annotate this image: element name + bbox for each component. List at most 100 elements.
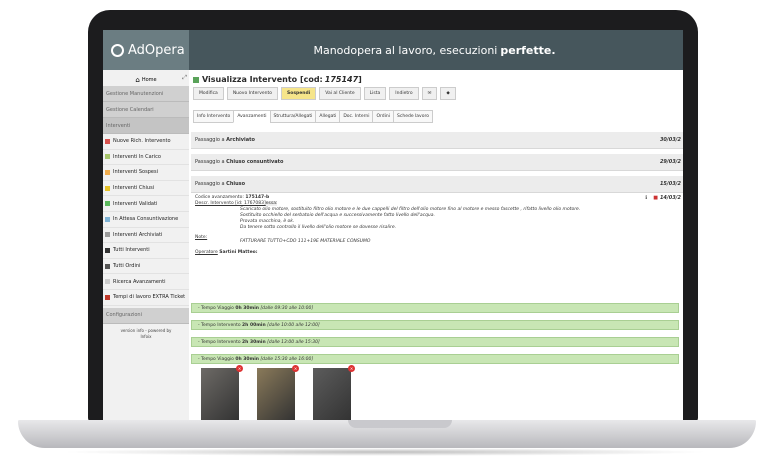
sidebar-item-label: Interventi Archiviati [113, 231, 163, 238]
status-color-icon [105, 154, 110, 160]
time-range: [dalle 10:00 alle 12:00] [267, 322, 320, 328]
sidebar-item-label: In Attesa Consuntivazione [113, 216, 179, 223]
group-calendari[interactable]: Gestione Calendari [103, 102, 189, 118]
sidebar-item-label: Interventi Chiusi [113, 185, 155, 192]
time-entry: - Tempo Viaggio 0h 30min [dalle 15:30 al… [191, 354, 679, 364]
operator-line: Operatore Sartini Matteo: [195, 250, 681, 256]
status-color-icon [105, 263, 110, 269]
status-color-icon [105, 294, 110, 300]
sidebar-item-3[interactable]: Interventi Chiusi [103, 181, 189, 197]
tab-4[interactable]: Doc. Interni [339, 110, 373, 123]
home-label: Home [141, 77, 157, 83]
toolbar-button-0[interactable]: Modifica [193, 87, 224, 100]
status-square-icon [193, 76, 199, 83]
expand-icon[interactable]: ⤢ [182, 74, 187, 82]
passage-row[interactable]: Passaggio a Archiviato 30/03/2 [191, 132, 683, 149]
passage-date: 29/03/2 [659, 159, 681, 165]
sidebar-item-2[interactable]: Interventi Sospesi [103, 165, 189, 181]
time-entry: - Tempo Intervento 2h 00min [dalle 10:00… [191, 320, 679, 330]
info-icon: ℹ [645, 195, 648, 201]
sidebar-items: Nuove Rich. Intervento Interventi In Cari… [103, 134, 189, 306]
code-value: 175147-b [245, 195, 270, 200]
tab-2[interactable]: Struttura/Allegati [269, 110, 316, 123]
passage-state: Chiuso [226, 181, 246, 187]
screen: AdOpera Manodopera al lavoro, esecuzioni… [103, 30, 683, 420]
status-color-icon [105, 247, 110, 253]
sidebar-item-label: Tutti Ordini [113, 263, 141, 270]
attachment-photo[interactable]: × [257, 365, 299, 420]
lock-icon[interactable]: ◆ [440, 87, 456, 100]
tab-3[interactable]: Allegati [315, 110, 340, 123]
status-color-icon [105, 169, 110, 175]
delete-icon[interactable]: × [292, 365, 299, 372]
laptop-base [18, 420, 756, 448]
delete-icon[interactable]: × [348, 365, 355, 372]
toolbar-button-5[interactable]: Indietro [389, 87, 419, 100]
sidebar-item-8[interactable]: Tutti Ordini [103, 259, 189, 275]
passage-date: 15/03/2 [659, 181, 681, 187]
time-duration: 0h 30min [235, 305, 259, 311]
sidebar-item-label: Interventi Sospesi [113, 169, 158, 176]
sidebar-item-10[interactable]: Tempi di lavoro EXTRA Ticket [103, 290, 189, 306]
time-entry: - Tempo Viaggio 0h 30min [dalle 09:30 al… [191, 303, 679, 313]
time-type: - Tempo Intervento [198, 322, 241, 328]
toolbar: Modifica Nuovo Intervento Sospendi Vai al C… [193, 87, 456, 100]
pdf-icon: ■ [653, 195, 658, 201]
passage-state: Chiuso consuntivato [226, 159, 284, 165]
logo-text: AdOpera [128, 42, 185, 58]
sidebar-item-0[interactable]: Nuove Rich. Intervento [103, 134, 189, 150]
delete-icon[interactable]: × [236, 365, 243, 372]
time-type: - Tempo Viaggio [198, 356, 234, 362]
operator-label: Operatore [195, 250, 218, 255]
toolbar-button-2[interactable]: Sospendi [281, 87, 317, 100]
sidebar-item-7[interactable]: Tutti Interventi [103, 243, 189, 259]
passage-label: Passaggio a [195, 159, 225, 165]
status-color-icon [105, 138, 110, 144]
time-range: [dalle 09:30 alle 10:00] [260, 305, 314, 311]
tab-bar: Info Intervento Avanzamenti Struttura/Alle… [193, 110, 433, 123]
sidebar-item-label: Interventi In Carico [113, 153, 161, 160]
title-prefix: Visualizza Intervento [cod: [202, 75, 323, 84]
time-duration: 2h 30min [242, 339, 266, 345]
group-manutenzioni[interactable]: Gestione Manutenzioni [103, 86, 189, 102]
desc-suffix: essa: [265, 201, 278, 206]
status-color-icon [105, 201, 110, 207]
mail-icon[interactable]: ✉ [421, 87, 438, 100]
logo[interactable]: AdOpera [103, 30, 189, 70]
time-type: - Tempo Viaggio [198, 305, 234, 311]
toolbar-button-1[interactable]: Nuovo Intervento [226, 87, 278, 100]
tab-5[interactable]: Ordini [372, 110, 394, 123]
logo-circle-icon [111, 43, 124, 57]
main-content: Visualizza Intervento [cod: 175147 ] Mod… [189, 70, 683, 420]
sidebar-item-6[interactable]: Interventi Archiviati [103, 228, 189, 244]
passage-row[interactable]: Passaggio a Chiuso 15/03/2 [191, 176, 683, 193]
toolbar-button-3[interactable]: Vai al Cliente [319, 87, 361, 100]
sidebar-item-4[interactable]: Interventi Validati [103, 196, 189, 212]
progress-detail: Codice avanzamento: 175147-b Descr. Inte… [195, 195, 681, 256]
time-duration: 0h 30min [235, 356, 259, 362]
tab-1[interactable]: Avanzamenti [233, 110, 270, 123]
group-interventi[interactable]: Interventi [103, 118, 189, 134]
page-title: Visualizza Intervento [cod: 175147 ] [193, 75, 362, 84]
attachment-photo[interactable]: × [201, 365, 243, 420]
time-range: [dalle 15:30 alle 16:00] [260, 356, 314, 362]
tagline-middle: al lavoro, esecuzioni [385, 43, 498, 57]
title-suffix: ] [358, 75, 362, 84]
sidebar-item-1[interactable]: Interventi In Carico [103, 150, 189, 166]
group-configurazioni[interactable]: Configurazioni [103, 307, 189, 324]
passage-row[interactable]: Passaggio a Chiuso consuntivato 29/03/2 [191, 154, 683, 171]
tab-6[interactable]: Schede lavoro [393, 110, 433, 123]
status-color-icon [105, 279, 110, 285]
attachment-photo[interactable]: × [313, 365, 355, 420]
pdf-link[interactable]: ℹ ■ 14/03/2 [645, 195, 681, 201]
sidebar-item-9[interactable]: Ricerca Avanzamenti [103, 274, 189, 290]
toolbar-button-4[interactable]: Lista [363, 87, 387, 100]
title-code: 175147 [324, 75, 359, 84]
desc-label: Descr. Intervento [id: 1767083] [195, 201, 266, 206]
sidebar-home[interactable]: ⌂ Home ⤢ [103, 74, 189, 86]
status-color-icon [105, 216, 110, 222]
status-color-icon [105, 185, 110, 191]
tab-0[interactable]: Info Intervento [193, 110, 234, 123]
sidebar-item-5[interactable]: In Attesa Consuntivazione [103, 212, 189, 228]
app-header: AdOpera Manodopera al lavoro, esecuzioni… [103, 30, 683, 70]
